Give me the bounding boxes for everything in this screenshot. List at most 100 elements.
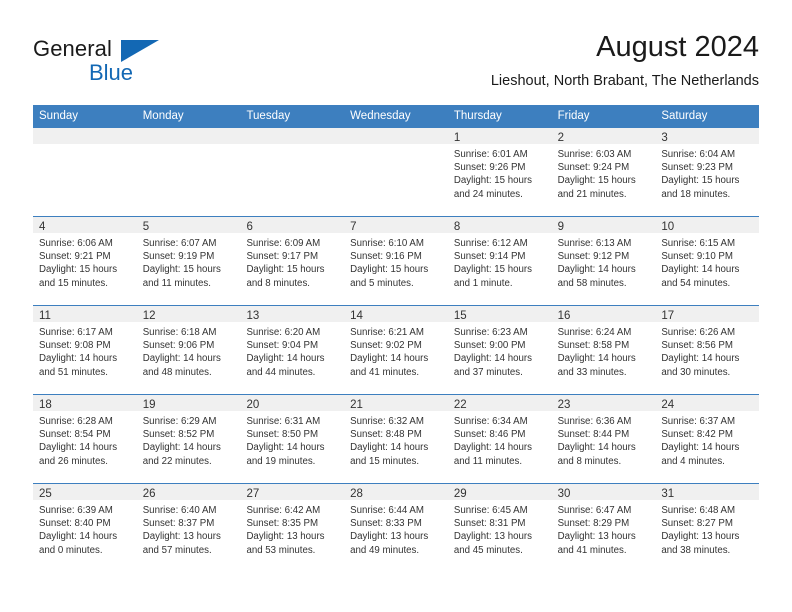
day-info: Sunrise: 6:17 AM Sunset: 9:08 PM Daylight:… [33,322,137,379]
day-cell[interactable]: 6 Sunrise: 6:09 AM Sunset: 9:17 PM Daylight… [240,217,345,305]
weekday-header-saturday: Saturday [661,110,708,122]
day-number: 27 [246,488,260,500]
daylight-text-line1: Daylight: 14 hours [557,442,636,454]
day-cell[interactable]: 29 Sunrise: 6:45 AM Sunset: 8:31 PM Dayligh… [447,484,552,572]
day-number-band: 27 [240,484,345,500]
sunrise-text: Sunrise: 6:44 AM [350,505,424,516]
day-number-band [240,128,345,144]
daylight-text-line1: Daylight: 14 hours [557,264,636,276]
day-cell[interactable]: 26 Sunrise: 6:40 AM Sunset: 8:37 PM Dayligh… [136,484,241,572]
daylight-text-line1: Daylight: 15 hours [39,264,118,276]
day-cell[interactable]: 16 Sunrise: 6:24 AM Sunset: 8:58 PM Dayligh… [551,306,656,394]
day-cell-empty [240,128,345,216]
day-number: 26 [142,488,156,500]
day-info: Sunrise: 6:01 AM Sunset: 9:26 PM Daylight:… [448,144,552,201]
day-number: 17 [661,310,675,322]
day-cell[interactable]: 10 Sunrise: 6:15 AM Sunset: 9:10 PM Dayligh… [655,217,760,305]
day-cell[interactable]: 20 Sunrise: 6:31 AM Sunset: 8:50 PM Dayligh… [240,395,345,483]
day-cell[interactable]: 22 Sunrise: 6:34 AM Sunset: 8:46 PM Dayligh… [447,395,552,483]
day-number-band: 22 [447,395,552,411]
day-info: Sunrise: 6:37 AM Sunset: 8:42 PM Daylight:… [655,411,759,468]
sunrise-text: Sunrise: 6:23 AM [453,327,528,338]
day-info: Sunrise: 6:20 AM Sunset: 9:04 PM Daylight:… [240,322,344,379]
sunset-text: Sunset: 8:44 PM [557,429,630,441]
day-cell[interactable]: 23 Sunrise: 6:36 AM Sunset: 8:44 PM Dayligh… [551,395,656,483]
day-info: Sunrise: 6:45 AM Sunset: 8:31 PM Daylight:… [448,500,552,557]
day-cell[interactable]: 25 Sunrise: 6:39 AM Sunset: 8:40 PM Dayligh… [33,484,137,572]
daylight-text-line2: and 8 minutes. [557,455,622,467]
day-cell[interactable]: 18 Sunrise: 6:28 AM Sunset: 8:54 PM Dayligh… [33,395,137,483]
day-cell[interactable]: 12 Sunrise: 6:18 AM Sunset: 9:06 PM Dayligh… [136,306,241,394]
daylight-text-line1: Daylight: 15 hours [661,175,740,187]
daylight-text-line1: Daylight: 14 hours [142,353,221,365]
day-cell[interactable]: 3 Sunrise: 6:04 AM Sunset: 9:23 PM Daylight… [655,128,760,216]
day-number-band: 17 [655,306,760,322]
sunset-text: Sunset: 8:56 PM [661,340,733,352]
sunrise-text: Sunrise: 6:12 AM [453,238,528,249]
daylight-text-line1: Daylight: 13 hours [557,531,636,543]
week-row: 18 Sunrise: 6:28 AM Sunset: 8:54 PM Dayligh… [33,394,760,483]
brand-logo[interactable]: General Blue [33,36,183,92]
sunset-text: Sunset: 8:37 PM [142,518,215,530]
day-info: Sunrise: 6:34 AM Sunset: 8:46 PM Daylight:… [448,411,552,468]
day-cell[interactable]: 24 Sunrise: 6:37 AM Sunset: 8:42 PM Dayligh… [655,395,760,483]
daylight-text-line2: and 8 minutes. [246,277,310,289]
sunrise-text: Sunrise: 6:42 AM [246,505,321,516]
day-cell[interactable]: 1 Sunrise: 6:01 AM Sunset: 9:26 PM Daylight… [447,128,552,216]
day-cell[interactable]: 28 Sunrise: 6:44 AM Sunset: 8:33 PM Dayligh… [344,484,448,572]
day-cell[interactable]: 4 Sunrise: 6:06 AM Sunset: 9:21 PM Daylight… [33,217,137,305]
day-cell[interactable]: 21 Sunrise: 6:32 AM Sunset: 8:48 PM Dayligh… [344,395,448,483]
day-number: 9 [557,221,564,233]
daylight-text-line1: Daylight: 14 hours [246,353,325,365]
sunrise-text: Sunrise: 6:10 AM [350,238,424,249]
day-cell[interactable]: 9 Sunrise: 6:13 AM Sunset: 9:12 PM Daylight… [551,217,656,305]
day-cell[interactable]: 13 Sunrise: 6:20 AM Sunset: 9:04 PM Dayligh… [240,306,345,394]
daylight-text-line2: and 48 minutes. [142,366,212,378]
daylight-text-line1: Daylight: 14 hours [39,353,118,365]
day-cell[interactable]: 31 Sunrise: 6:48 AM Sunset: 8:27 PM Dayligh… [655,484,760,572]
weeks-container: 1 Sunrise: 6:01 AM Sunset: 9:26 PM Daylight… [33,128,760,572]
day-number: 23 [557,399,571,411]
day-cell[interactable]: 14 Sunrise: 6:21 AM Sunset: 9:02 PM Dayligh… [344,306,448,394]
daylight-text-line2: and 41 minutes. [350,366,420,378]
day-number-band: 9 [551,217,656,233]
day-cell[interactable]: 8 Sunrise: 6:12 AM Sunset: 9:14 PM Daylight… [447,217,552,305]
daylight-text-line2: and 24 minutes. [453,188,523,200]
sunset-text: Sunset: 8:42 PM [661,429,733,441]
day-cell[interactable]: 15 Sunrise: 6:23 AM Sunset: 9:00 PM Dayligh… [447,306,552,394]
day-number: 20 [246,399,260,411]
day-cell[interactable]: 17 Sunrise: 6:26 AM Sunset: 8:56 PM Dayligh… [655,306,760,394]
sunrise-text: Sunrise: 6:17 AM [39,327,113,338]
daylight-text-line1: Daylight: 13 hours [350,531,429,543]
day-number-band: 14 [344,306,448,322]
sunset-text: Sunset: 8:48 PM [350,429,422,441]
sunrise-text: Sunrise: 6:47 AM [557,505,632,516]
daylight-text-line1: Daylight: 14 hours [246,442,325,454]
daylight-text-line1: Daylight: 13 hours [246,531,325,543]
daylight-text-line1: Daylight: 14 hours [453,353,532,365]
daylight-text-line2: and 53 minutes. [246,544,316,556]
week-row: 1 Sunrise: 6:01 AM Sunset: 9:26 PM Daylight… [33,128,760,216]
day-number-band: 21 [344,395,448,411]
day-cell[interactable]: 19 Sunrise: 6:29 AM Sunset: 8:52 PM Dayligh… [136,395,241,483]
day-info: Sunrise: 6:10 AM Sunset: 9:16 PM Daylight:… [344,233,448,290]
day-info: Sunrise: 6:28 AM Sunset: 8:54 PM Daylight:… [33,411,137,468]
day-cell[interactable]: 11 Sunrise: 6:17 AM Sunset: 9:08 PM Dayligh… [33,306,137,394]
day-info: Sunrise: 6:40 AM Sunset: 8:37 PM Daylight:… [137,500,241,557]
daylight-text-line2: and 38 minutes. [661,544,731,556]
sunrise-text: Sunrise: 6:20 AM [246,327,321,338]
day-cell-empty [344,128,448,216]
sunset-text: Sunset: 9:26 PM [453,162,526,174]
day-cell[interactable]: 5 Sunrise: 6:07 AM Sunset: 9:19 PM Daylight… [136,217,241,305]
sunset-text: Sunset: 9:02 PM [350,340,422,352]
daylight-text-line2: and 26 minutes. [39,455,108,467]
day-info: Sunrise: 6:03 AM Sunset: 9:24 PM Daylight:… [552,144,656,201]
day-cell[interactable]: 30 Sunrise: 6:47 AM Sunset: 8:29 PM Dayligh… [551,484,656,572]
sunset-text: Sunset: 8:46 PM [453,429,526,441]
day-cell[interactable]: 2 Sunrise: 6:03 AM Sunset: 9:24 PM Daylight… [551,128,656,216]
sunrise-text: Sunrise: 6:04 AM [661,149,736,160]
sunset-text: Sunset: 8:31 PM [453,518,526,530]
sunrise-text: Sunrise: 6:15 AM [661,238,736,249]
day-cell[interactable]: 7 Sunrise: 6:10 AM Sunset: 9:16 PM Daylight… [344,217,448,305]
day-cell[interactable]: 27 Sunrise: 6:42 AM Sunset: 8:35 PM Dayligh… [240,484,345,572]
